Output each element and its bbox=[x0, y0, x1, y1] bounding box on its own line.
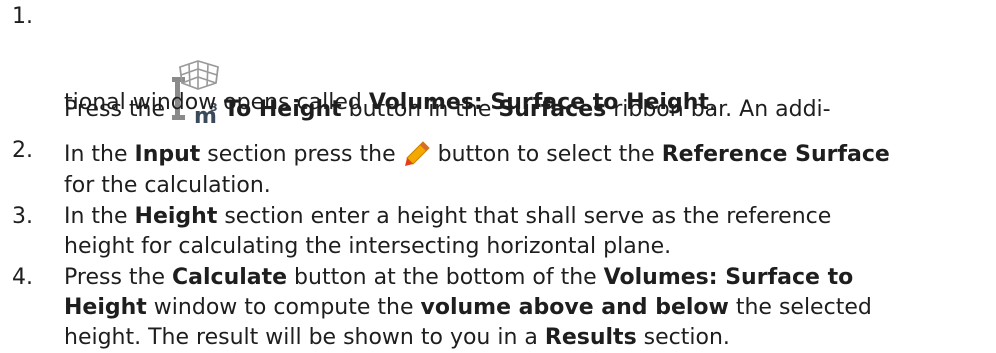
step-number: 4. bbox=[12, 265, 33, 290]
step-text-line: height for calculating the intersecting … bbox=[64, 234, 672, 259]
pencil-icon[interactable] bbox=[403, 140, 431, 168]
step-text-line: Height window to compute the volume abov… bbox=[64, 295, 872, 320]
step-text-line: In the Height section enter a height tha… bbox=[64, 204, 832, 229]
step-text-line: tional window opens called Volumes: Surf… bbox=[64, 90, 716, 115]
step-text-line: Press the Calculate button at the bottom… bbox=[64, 265, 854, 290]
step-number: 1. bbox=[12, 4, 33, 29]
step-text-line: for the calculation. bbox=[64, 173, 271, 198]
step-number: 2. bbox=[12, 138, 33, 163]
step-number: 3. bbox=[12, 204, 33, 229]
step-text-line: In the Input section press the button to… bbox=[64, 140, 890, 168]
step-text-line: height. The result will be shown to you … bbox=[64, 325, 730, 350]
